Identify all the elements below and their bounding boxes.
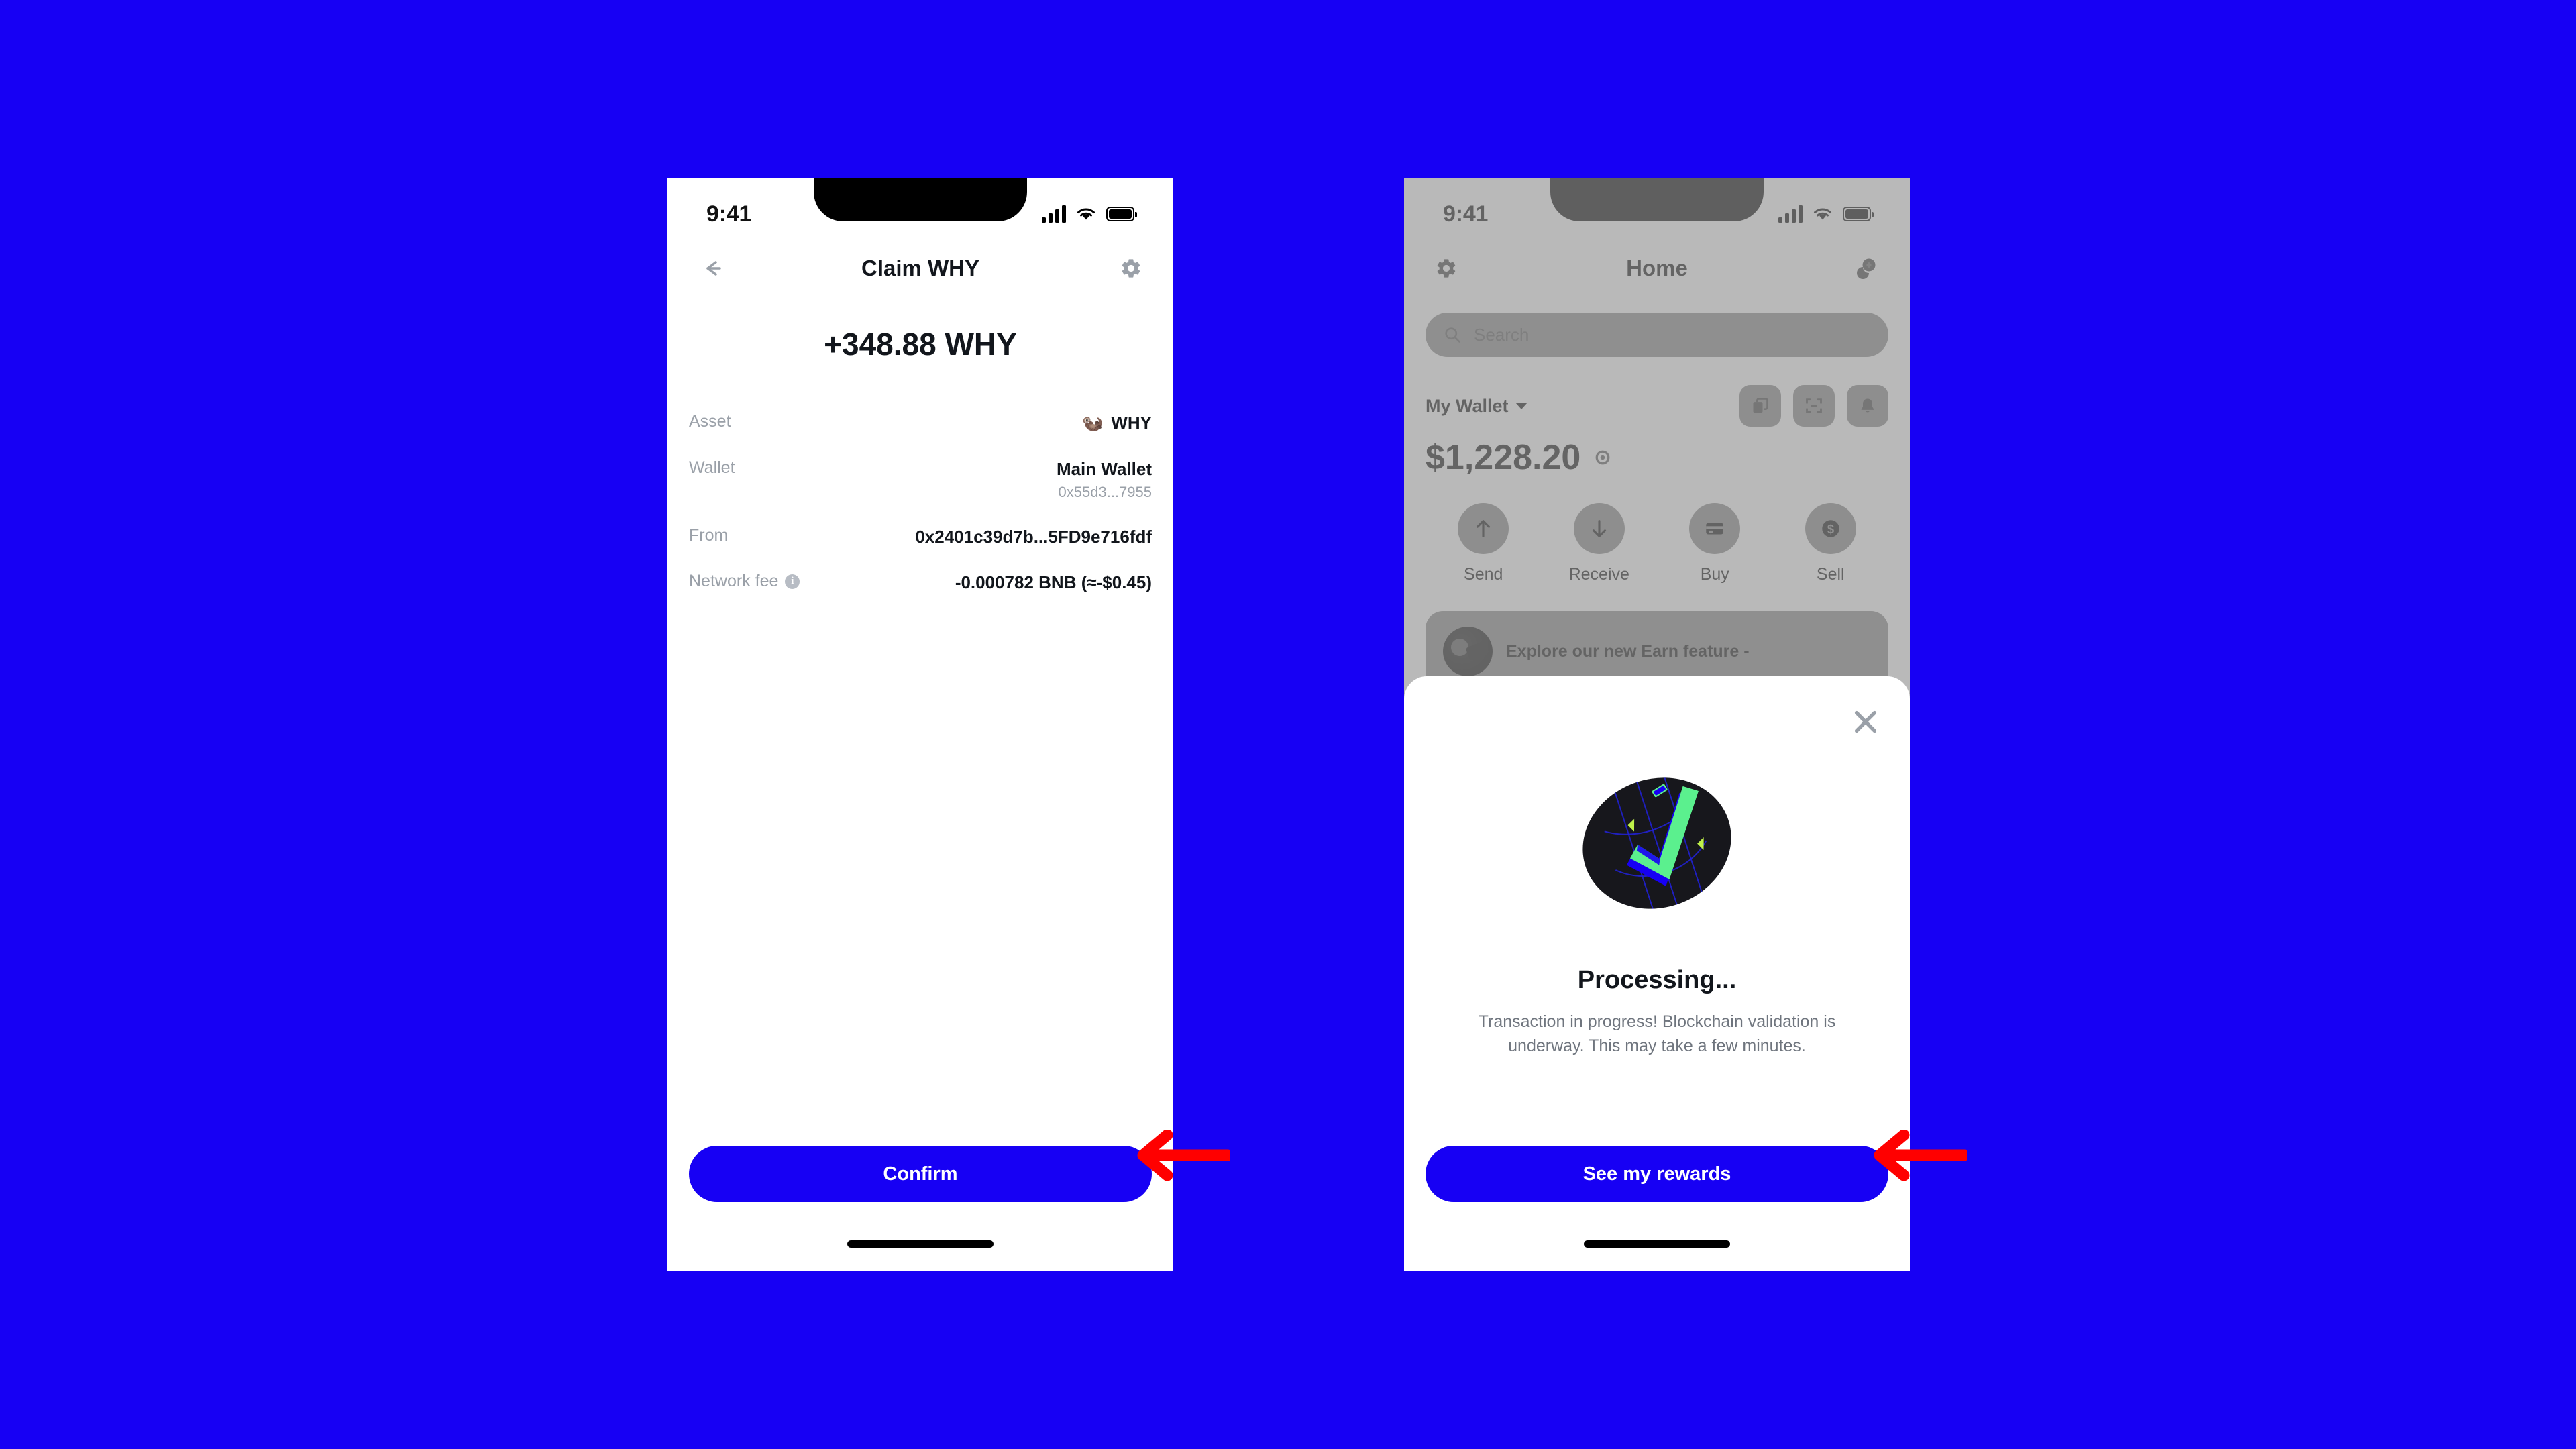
notifications-button[interactable] — [1847, 385, 1888, 427]
screenshot-stage: 9:41 Claim WHY +348.88 WHY Asset 🦦 WHY W… — [0, 0, 2576, 1449]
copy-icon — [1753, 398, 1768, 413]
detail-value: -0.000782 BNB (≈-$0.45) — [955, 572, 1152, 592]
settings-button[interactable] — [1435, 257, 1458, 280]
notch — [814, 178, 1027, 221]
left-screen: 9:41 Claim WHY +348.88 WHY Asset 🦦 WHY W… — [667, 178, 1173, 1271]
wallet-selector-row: My Wallet — [1404, 357, 1910, 427]
right-cta-wrap: See my rewards — [1404, 1146, 1910, 1202]
arrow-down-icon — [1573, 503, 1625, 554]
svg-text:$: $ — [1827, 522, 1834, 536]
detail-label-wrap: Network fee i — [689, 572, 800, 591]
home-indicator — [1584, 1240, 1730, 1248]
gear-icon — [1122, 259, 1140, 278]
gear-icon — [1437, 259, 1456, 278]
left-cta-wrap: Confirm — [667, 1146, 1173, 1202]
wallet-balance-row: $1,228.20 — [1404, 427, 1910, 478]
action-buy[interactable]: Buy — [1657, 503, 1773, 584]
phone-left-claim-screen: 9:41 Claim WHY +348.88 WHY Asset 🦦 WHY W… — [667, 178, 1173, 1271]
credit-card-icon — [1689, 503, 1741, 554]
annotation-arrow-confirm — [1130, 1129, 1234, 1184]
signal-bars-icon — [1042, 205, 1066, 223]
status-time: 9:41 — [1443, 201, 1489, 227]
right-nav-bar: Home — [1404, 240, 1910, 297]
tokens-button[interactable] — [1854, 257, 1879, 280]
close-button[interactable] — [1849, 706, 1882, 738]
left-status-bar: 9:41 — [667, 178, 1173, 240]
action-receive[interactable]: Receive — [1542, 503, 1658, 584]
detail-label: Wallet — [689, 458, 735, 477]
page-title: Home — [1626, 256, 1688, 280]
status-time: 9:41 — [706, 201, 752, 227]
action-label: Buy — [1700, 565, 1729, 584]
page-title: Claim WHY — [861, 256, 980, 280]
annotation-arrow-see-my-rewards — [1866, 1129, 1970, 1184]
transaction-details: Asset 🦦 WHY Wallet Main Wallet 0x55d3...… — [667, 400, 1173, 606]
wallet-selector[interactable]: My Wallet — [1426, 396, 1527, 417]
confirm-button[interactable]: Confirm — [689, 1146, 1152, 1202]
action-send[interactable]: Send — [1426, 503, 1542, 584]
search-icon — [1445, 327, 1460, 343]
wifi-icon — [1814, 208, 1831, 220]
why-token-icon: 🦦 — [1081, 413, 1104, 433]
status-indicators — [1778, 205, 1874, 223]
scan-button[interactable] — [1793, 385, 1835, 427]
claim-amount: +348.88 WHY — [824, 327, 1017, 362]
coins-icon — [1857, 258, 1876, 279]
see-my-rewards-button[interactable]: See my rewards — [1426, 1146, 1888, 1202]
home-background-content: 9:41 Home Search My Wallet $1,228.20 Sen… — [1404, 178, 1910, 692]
dollar-coin-icon: $ — [1805, 503, 1856, 554]
back-arrow-icon — [706, 261, 721, 276]
processing-checkmark-illustration — [1569, 755, 1745, 931]
phone-right-home-screen: 9:41 Home Search My Wallet $1,228.20 Sen… — [1404, 178, 1910, 1271]
wallet-address: 0x55d3...7955 — [1058, 484, 1152, 500]
eye-icon[interactable] — [1593, 447, 1613, 468]
action-label: Receive — [1568, 565, 1629, 584]
copy-button[interactable] — [1739, 385, 1781, 427]
search-bar[interactable]: Search — [1426, 313, 1888, 357]
notch — [1550, 178, 1764, 221]
detail-row-wallet: Wallet Main Wallet 0x55d3...7955 — [689, 446, 1152, 514]
signal-bars-icon — [1778, 205, 1803, 223]
search-placeholder: Search — [1474, 324, 1529, 345]
wallet-name-label: My Wallet — [1426, 395, 1509, 416]
detail-value: Main Wallet — [1056, 458, 1152, 479]
scan-icon — [1806, 398, 1822, 413]
right-screen: 9:41 Home Search My Wallet $1,228.20 Sen… — [1404, 178, 1910, 1271]
battery-icon — [1843, 207, 1874, 221]
detail-row-network-fee: Network fee i -0.000782 BNB (≈-$0.45) — [689, 559, 1152, 606]
chevron-down-icon — [1515, 402, 1527, 409]
modal-title: Processing... — [1577, 966, 1737, 994]
detail-value: 0x2401c39d7b...5FD9e716fdf — [915, 526, 1152, 547]
detail-value-wrap: Main Wallet 0x55d3...7955 — [1057, 458, 1152, 502]
left-nav-bar: Claim WHY — [667, 240, 1173, 297]
detail-label: Asset — [689, 412, 731, 431]
detail-row-asset: Asset 🦦 WHY — [689, 400, 1152, 446]
wallet-balance: $1,228.20 — [1426, 438, 1581, 477]
info-icon[interactable]: i — [785, 574, 800, 589]
back-button[interactable] — [698, 258, 727, 278]
earn-illustration-icon — [1443, 627, 1493, 676]
processing-modal: Processing... Transaction in progress! B… — [1404, 676, 1910, 1271]
detail-label: From — [689, 525, 729, 545]
status-indicators — [1042, 205, 1137, 223]
battery-icon — [1106, 207, 1137, 221]
settings-button[interactable] — [1120, 257, 1142, 280]
arrow-up-icon — [1458, 503, 1509, 554]
close-icon — [1854, 710, 1877, 733]
wifi-icon — [1077, 208, 1095, 220]
home-indicator — [847, 1240, 994, 1248]
bell-icon — [1861, 398, 1874, 413]
action-sell[interactable]: $ Sell — [1773, 503, 1889, 584]
detail-label: Network fee — [689, 572, 779, 590]
action-label: Sell — [1816, 565, 1845, 584]
wallet-quick-actions — [1739, 385, 1888, 427]
detail-value: WHY — [1111, 413, 1152, 433]
promo-text: Explore our new Earn feature - — [1506, 641, 1750, 661]
detail-value-wrap: 🦦 WHY — [1081, 412, 1152, 434]
right-status-bar: 9:41 — [1404, 178, 1910, 240]
action-label: Send — [1464, 565, 1503, 584]
detail-row-from: From 0x2401c39d7b...5FD9e716fdf — [689, 514, 1152, 560]
modal-description: Transaction in progress! Blockchain vali… — [1478, 1012, 1836, 1056]
quick-actions: Send Receive Buy $ Sell — [1404, 478, 1910, 584]
